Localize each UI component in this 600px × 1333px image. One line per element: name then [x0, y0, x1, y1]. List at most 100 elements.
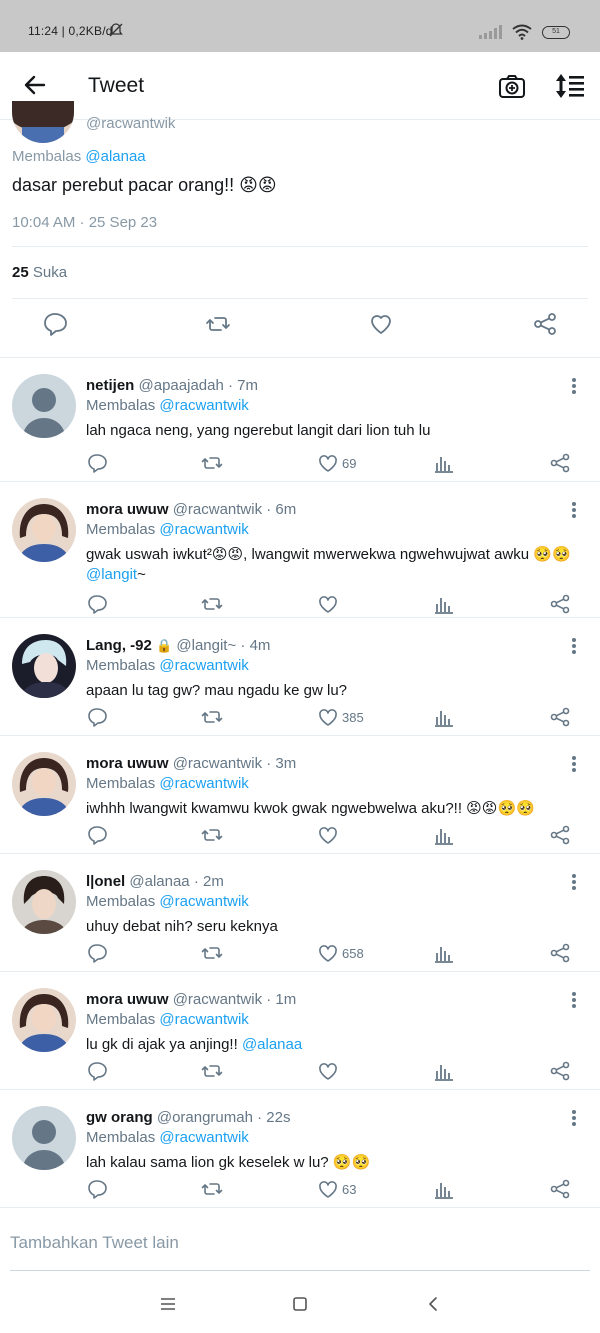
more-options-icon[interactable] [566, 872, 582, 892]
share-icon[interactable] [549, 824, 571, 846]
analytics-icon[interactable] [433, 1178, 455, 1200]
more-options-icon[interactable] [566, 990, 582, 1010]
analytics-icon[interactable] [433, 942, 455, 964]
share-icon[interactable] [549, 452, 571, 474]
avatar[interactable] [12, 374, 76, 438]
mention-link[interactable]: @alanaa [85, 148, 145, 165]
like-icon[interactable] [317, 593, 339, 615]
like-icon[interactable] [317, 942, 339, 964]
reply-tweet[interactable]: gw orang @orangrumah · 22s Membalas @rac… [0, 1090, 600, 1208]
like-count: 658 [342, 946, 364, 961]
retweet-icon[interactable] [205, 311, 231, 337]
display-name[interactable]: mora uwuw [86, 755, 169, 772]
reply-header: mora uwuw @racwantwik · 6m [86, 501, 296, 518]
display-name[interactable]: l|onel [86, 873, 125, 890]
share-icon[interactable] [549, 942, 571, 964]
mention-link[interactable]: @racwantwik [159, 657, 248, 674]
mention-link[interactable]: @racwantwik [159, 775, 248, 792]
reply-tweet[interactable]: netijen @apaajadah · 7m Membalas @racwan… [0, 358, 600, 482]
mention-link[interactable]: @racwantwik [159, 397, 248, 414]
retweet-icon[interactable] [201, 1060, 223, 1082]
sort-icon[interactable] [554, 72, 586, 100]
reply-icon[interactable] [86, 1060, 108, 1082]
compose-placeholder[interactable]: Tambahkan Tweet lain [10, 1233, 179, 1253]
mention-link[interactable]: @racwantwik [159, 521, 248, 538]
mention-link[interactable]: @alanaa [242, 1036, 302, 1053]
share-icon[interactable] [549, 706, 571, 728]
retweet-icon[interactable] [201, 1178, 223, 1200]
back-icon[interactable] [424, 1295, 442, 1313]
analytics-icon[interactable] [433, 452, 455, 474]
display-name[interactable]: mora uwuw [86, 991, 169, 1008]
camera-add-icon[interactable] [498, 72, 526, 100]
share-icon[interactable] [549, 1178, 571, 1200]
reply-text: lah ngaca neng, yang ngerebut langit dar… [86, 422, 431, 439]
display-name[interactable]: mora uwuw [86, 501, 169, 518]
reply-icon[interactable] [86, 824, 108, 846]
tweet-handle[interactable]: @racwantwik [86, 115, 175, 132]
reply-icon[interactable] [86, 452, 108, 474]
retweet-icon[interactable] [201, 942, 223, 964]
avatar[interactable] [12, 870, 76, 934]
reply-icon[interactable] [86, 706, 108, 728]
avatar[interactable] [12, 634, 76, 698]
more-options-icon[interactable] [566, 636, 582, 656]
replying-label: Membalas [86, 397, 156, 414]
avatar[interactable] [12, 498, 76, 562]
mention-link[interactable]: @racwantwik [159, 1129, 248, 1146]
reply-icon[interactable] [86, 1178, 108, 1200]
share-icon[interactable] [549, 593, 571, 615]
like-icon[interactable] [317, 1178, 339, 1200]
avatar[interactable] [12, 1106, 76, 1170]
home-icon[interactable] [291, 1295, 309, 1313]
more-options-icon[interactable] [566, 500, 582, 520]
reply-icon[interactable] [86, 942, 108, 964]
retweet-icon[interactable] [201, 706, 223, 728]
analytics-icon[interactable] [433, 593, 455, 615]
reply-tweet[interactable]: mora uwuw @racwantwik · 6m Membalas @rac… [0, 482, 600, 618]
more-options-icon[interactable] [566, 1108, 582, 1128]
like-icon[interactable] [317, 1060, 339, 1082]
retweet-icon[interactable] [201, 452, 223, 474]
reply-icon[interactable] [86, 593, 108, 615]
replying-label: Membalas [86, 1011, 156, 1028]
reply-icon[interactable] [42, 311, 68, 337]
mention-link[interactable]: @racwantwik [159, 893, 248, 910]
reply-header: netijen @apaajadah · 7m [86, 377, 258, 394]
avatar[interactable] [12, 752, 76, 816]
analytics-icon[interactable] [433, 1060, 455, 1082]
reply-tweet[interactable]: l|onel @alanaa · 2m Membalas @racwantwik… [0, 854, 600, 972]
analytics-icon[interactable] [433, 706, 455, 728]
display-name[interactable]: Lang, -92 [86, 637, 152, 654]
avatar[interactable] [12, 988, 76, 1052]
like-icon[interactable] [368, 311, 394, 337]
reply-tweet[interactable]: mora uwuw @racwantwik · 3m Membalas @rac… [0, 736, 600, 854]
replies-list: netijen @apaajadah · 7m Membalas @racwan… [0, 358, 600, 1208]
like-icon[interactable] [317, 824, 339, 846]
wifi-icon [512, 24, 532, 40]
tweet-actions [0, 311, 600, 345]
display-name[interactable]: gw orang [86, 1109, 153, 1126]
share-icon[interactable] [549, 1060, 571, 1082]
reply-actions: 658 [0, 942, 600, 966]
reply-tweet[interactable]: Lang, -92 🔒 @langit~ · 4m Membalas @racw… [0, 618, 600, 736]
display-name[interactable]: netijen [86, 377, 134, 394]
share-icon[interactable] [532, 311, 558, 337]
reply-tweet[interactable]: mora uwuw @racwantwik · 1m Membalas @rac… [0, 972, 600, 1090]
mention-link[interactable]: @racwantwik [159, 1011, 248, 1028]
analytics-icon[interactable] [433, 824, 455, 846]
compose-tweet-bar[interactable]: Tambahkan Tweet lain [0, 1212, 600, 1272]
like-icon[interactable] [317, 706, 339, 728]
likes-summary[interactable]: 25 Suka [12, 264, 67, 281]
menu-icon[interactable] [159, 1295, 177, 1313]
more-options-icon[interactable] [566, 754, 582, 774]
replying-to: Membalas @racwantwik [86, 521, 249, 538]
reply-header: l|onel @alanaa · 2m [86, 873, 224, 890]
more-options-icon[interactable] [566, 376, 582, 396]
retweet-icon[interactable] [201, 593, 223, 615]
like-icon[interactable] [317, 452, 339, 474]
back-arrow-icon[interactable] [22, 72, 48, 98]
avatar[interactable] [12, 101, 74, 143]
mention-link[interactable]: @langit [86, 566, 137, 583]
retweet-icon[interactable] [201, 824, 223, 846]
